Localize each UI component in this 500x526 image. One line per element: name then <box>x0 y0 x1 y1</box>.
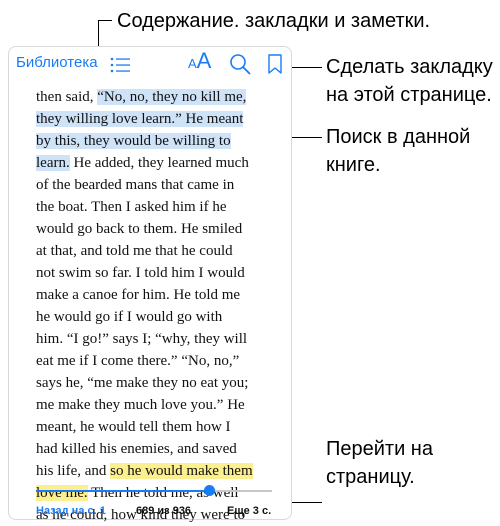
page-count: 689 из 936 <box>136 505 192 517</box>
book-line: his life, and so he would make them <box>36 460 288 482</box>
text-segment: not swim so far. I told him I would <box>36 265 245 281</box>
book-line: make a canoe for him. He told me <box>36 284 288 306</box>
highlighted-text[interactable]: so he would make them <box>110 463 253 479</box>
book-page-text: then said, “No, no, they no kill me, they… <box>36 86 288 526</box>
leader-line-toc-tick <box>98 20 112 21</box>
highlighted-text[interactable]: by this, they would be willing to <box>36 133 231 149</box>
callout-goto-line1: Перейти на <box>326 438 433 460</box>
callout-search-line1: Поиск в данной <box>326 126 471 148</box>
highlighted-text[interactable]: “No, no, they no kill me, <box>97 89 247 105</box>
book-line: meant, he would tell them how I <box>36 416 288 438</box>
book-line: says he, “me make they no eat you; <box>36 372 288 394</box>
text-segment: Then he told me, as well <box>87 485 239 501</box>
bookmark-icon[interactable] <box>268 54 282 74</box>
book-line: the boat. Then I asked him if he <box>36 196 288 218</box>
text-segment: him. “I go!” says I; “why, they will <box>36 331 248 347</box>
back-to-page-link[interactable]: Назад на с. 1 <box>36 505 106 517</box>
text-segment: eat me if I come there.” “No, no,” <box>36 353 240 369</box>
highlighted-text[interactable]: love me. <box>36 485 88 501</box>
text-segment: says he, “me make they no eat you; <box>36 375 249 391</box>
book-line: learn. He added, they learned much <box>36 152 288 174</box>
text-segment: would go back to them. He smiled <box>36 221 243 237</box>
book-line: they willing love learn.” He meant <box>36 108 288 130</box>
book-line: not swim so far. I told him I would <box>36 262 288 284</box>
callout-bookmark-line2: на этой странице. <box>326 84 492 106</box>
text-segment: me make they much love you.” He <box>36 397 245 413</box>
book-line: him. “I go!” says I; “why, they will <box>36 328 288 350</box>
text-segment: He added, they learned much <box>69 155 249 171</box>
text-segment: then said, <box>36 89 98 105</box>
search-icon[interactable] <box>229 53 251 75</box>
highlighted-text[interactable]: they willing love learn.” He meant <box>36 111 244 127</box>
leader-line-bookmark <box>288 67 322 68</box>
pages-left-in-chapter: Еще 3 с. <box>227 505 272 517</box>
font-large-glyph: A <box>196 48 212 73</box>
callout-search-line2: книге. <box>326 154 381 176</box>
text-segment: meant, he would tell them how I <box>36 419 231 435</box>
page-slider-fill <box>36 490 210 492</box>
font-small-glyph: A <box>188 56 197 71</box>
text-segment: his life, and <box>36 463 111 479</box>
book-line: by this, they would be willing to <box>36 130 288 152</box>
book-line: love me. Then he told me, as well <box>36 482 288 504</box>
highlighted-text[interactable]: learn. <box>36 155 70 171</box>
book-line: had killed his enemies, and saved <box>36 438 288 460</box>
book-line: at that, and told me that he could <box>36 240 288 262</box>
book-line: would go back to them. He smiled <box>36 218 288 240</box>
callout-toc: Содержание. закладки и заметки. <box>117 10 431 32</box>
book-line: me make they much love you.” He <box>36 394 288 416</box>
text-segment: he would go if I would go with <box>36 309 223 325</box>
book-line: eat me if I come there.” “No, no,” <box>36 350 288 372</box>
callout-bookmark-line1: Сделать закладку <box>326 56 493 78</box>
list-icon[interactable] <box>110 57 130 73</box>
book-line: he would go if I would go with <box>36 306 288 328</box>
font-size-button[interactable]: AA <box>188 48 211 74</box>
text-segment: make a canoe for him. He told me <box>36 287 241 303</box>
callout-goto-line2: страницу. <box>326 466 415 488</box>
text-segment: of the bearded mans that came in <box>36 177 235 193</box>
library-button[interactable]: Библиотека <box>16 54 98 71</box>
text-segment: had killed his enemies, and saved <box>36 441 237 457</box>
book-line: then said, “No, no, they no kill me, <box>36 86 288 108</box>
text-segment: at that, and told me that he could <box>36 243 233 259</box>
book-line: of the bearded mans that came in <box>36 174 288 196</box>
text-segment: the boat. Then I asked him if he <box>36 199 227 215</box>
